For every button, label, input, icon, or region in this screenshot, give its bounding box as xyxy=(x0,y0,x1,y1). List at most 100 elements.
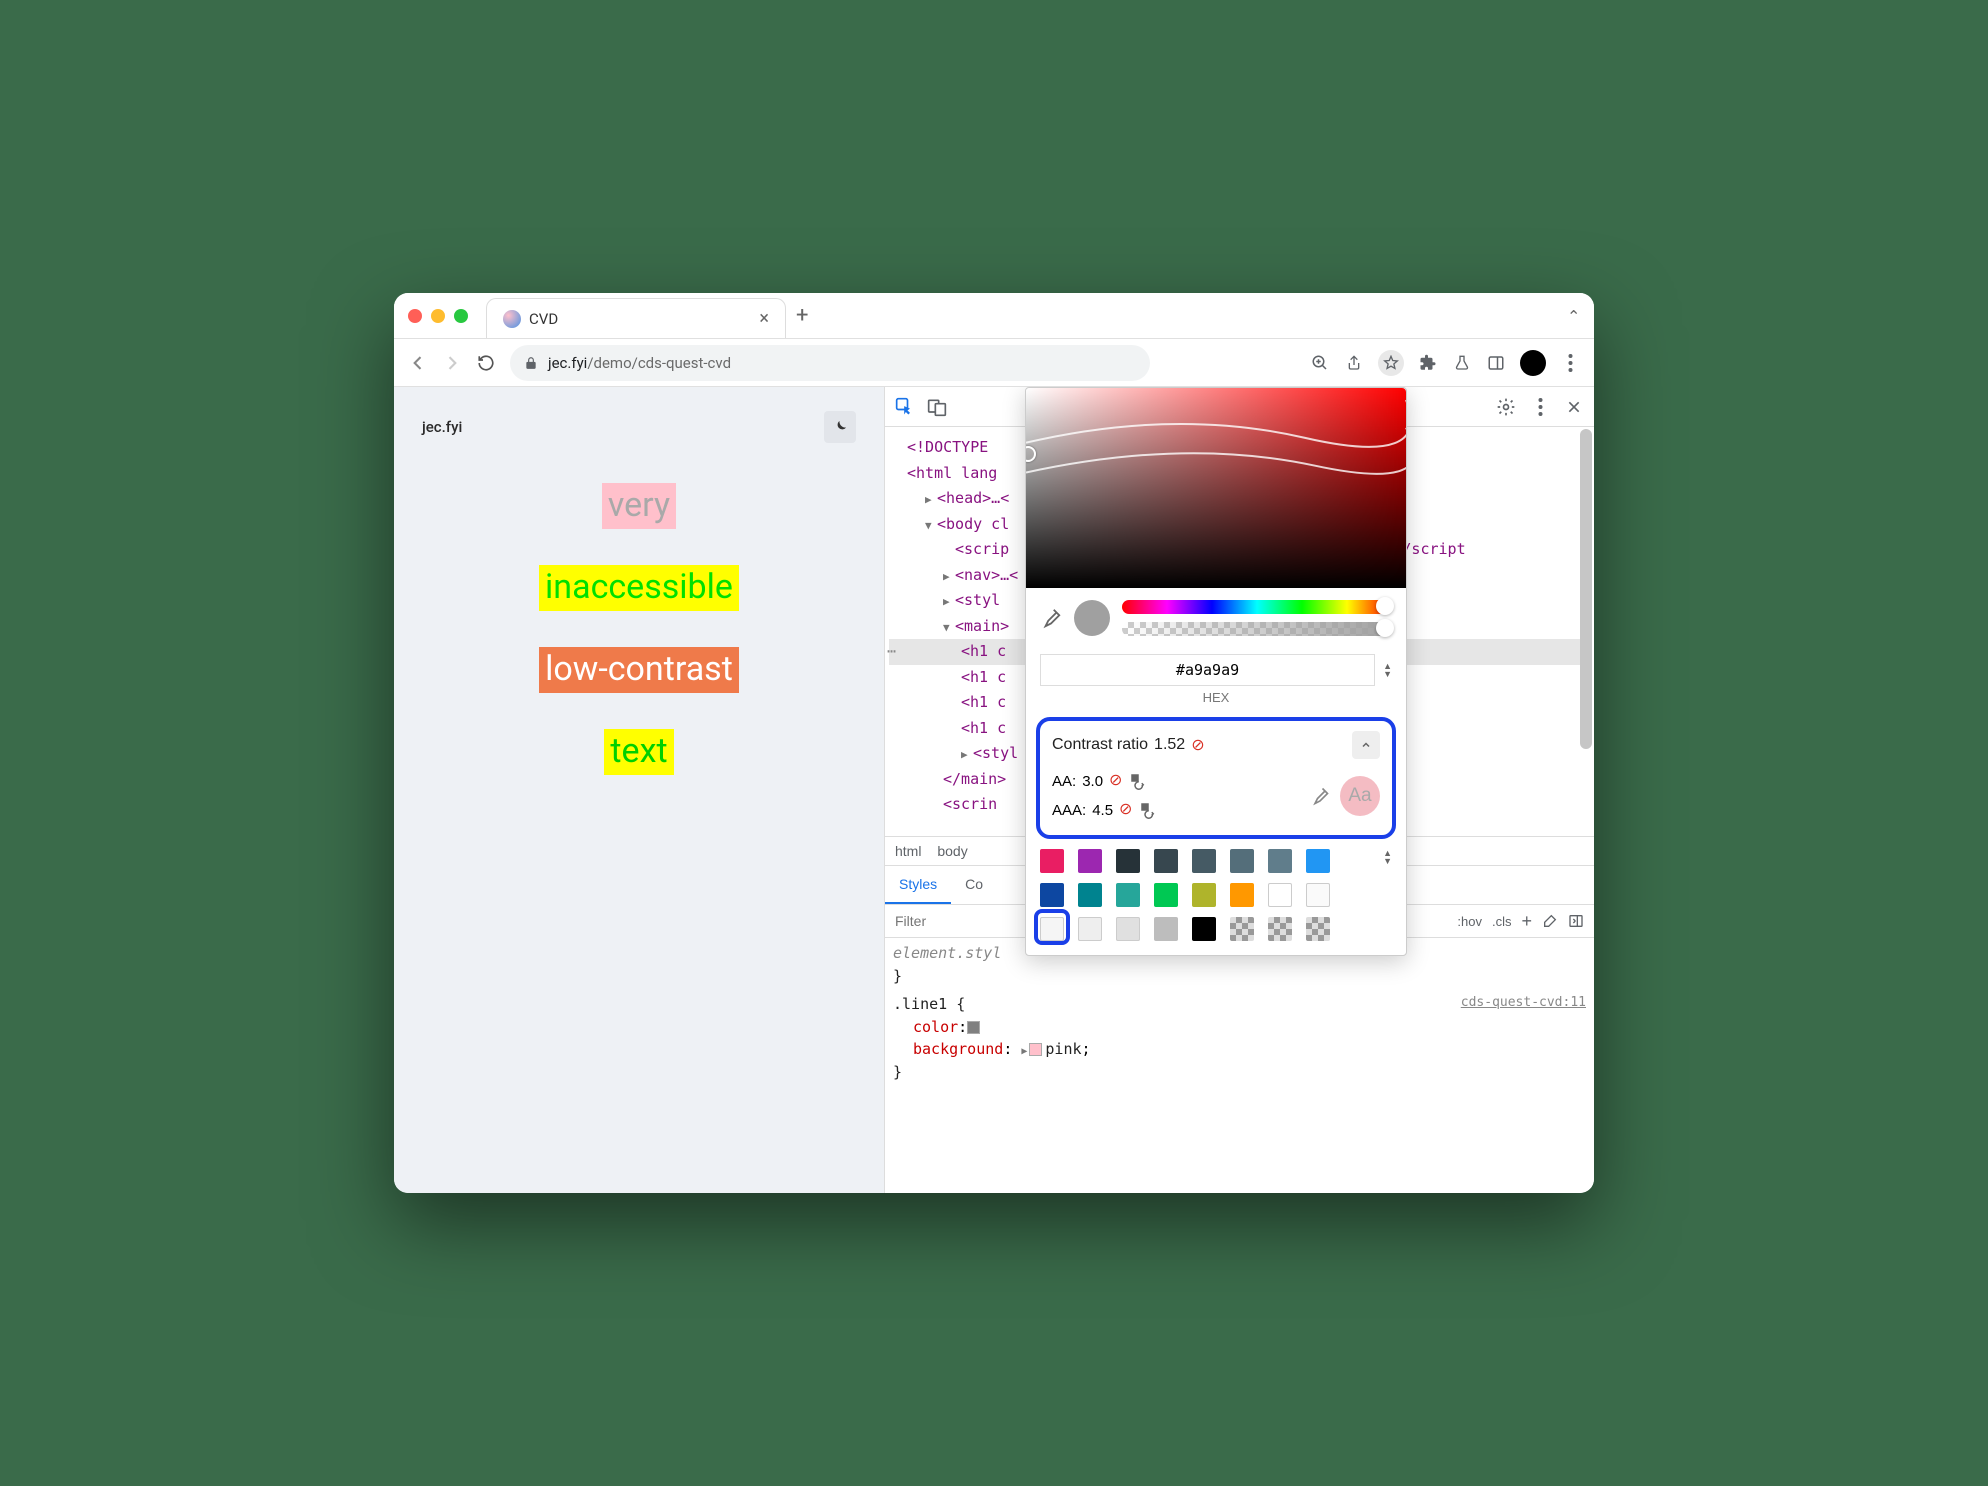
tabs-dropdown-icon[interactable]: ⌄ xyxy=(1567,306,1580,325)
content-area: jec.fyi very inaccessible low-contrast t… xyxy=(394,387,1594,1193)
filter-cls[interactable]: .cls xyxy=(1492,914,1512,929)
filter-hov[interactable]: :hov xyxy=(1457,914,1482,929)
maximize-window-icon[interactable] xyxy=(454,309,468,323)
hex-input[interactable] xyxy=(1040,654,1375,686)
palette-swatch[interactable] xyxy=(1116,917,1140,941)
color-swatch[interactable] xyxy=(967,1021,980,1034)
palette-swatch[interactable] xyxy=(1306,917,1330,941)
devtools-scrollbar[interactable] xyxy=(1580,429,1592,749)
bookmark-button[interactable] xyxy=(1378,350,1404,376)
rendered-page: jec.fyi very inaccessible low-contrast t… xyxy=(394,387,884,1193)
devtools-settings-icon[interactable] xyxy=(1496,397,1516,417)
close-window-icon[interactable] xyxy=(408,309,422,323)
close-brace: } xyxy=(893,967,902,985)
palette-swatch[interactable] xyxy=(1154,883,1178,907)
tab-computed[interactable]: Co xyxy=(951,866,997,904)
source-link[interactable]: cds-quest-cvd:11 xyxy=(1461,993,1586,1013)
labs-icon[interactable] xyxy=(1452,353,1472,373)
address-bar[interactable]: jec.fyi/demo/cds-quest-cvd xyxy=(510,345,1150,381)
palette-swatch[interactable] xyxy=(1268,883,1292,907)
collapse-button[interactable] xyxy=(1352,731,1380,759)
alpha-slider[interactable] xyxy=(1122,622,1392,636)
profile-icon[interactable] xyxy=(1520,350,1546,376)
dark-mode-toggle[interactable] xyxy=(824,411,856,443)
palette-swatch[interactable] xyxy=(1192,883,1216,907)
devtools-close-icon[interactable] xyxy=(1564,397,1584,417)
reload-button[interactable] xyxy=(476,353,496,373)
aa-fix-icon[interactable] xyxy=(1128,772,1148,790)
palette-swatch[interactable] xyxy=(1306,849,1330,873)
alpha-thumb[interactable] xyxy=(1376,619,1394,637)
chrome-menu-icon[interactable] xyxy=(1560,353,1580,373)
traffic-lights xyxy=(408,309,468,323)
titlebar: CVD × + ⌄ xyxy=(394,293,1594,339)
aa-value: 3.0 xyxy=(1082,768,1103,795)
palette-swatch[interactable] xyxy=(1192,849,1216,873)
hex-label: HEX xyxy=(1026,690,1406,713)
demo-line-3: low-contrast xyxy=(539,647,739,693)
filter-brush-icon[interactable] xyxy=(1542,913,1558,929)
side-panel-icon[interactable] xyxy=(1486,353,1506,373)
palette-swatch[interactable] xyxy=(1116,883,1140,907)
format-stepper[interactable]: ▲▼ xyxy=(1383,662,1392,678)
palette-swatch[interactable] xyxy=(1154,849,1178,873)
filter-new-rule[interactable]: + xyxy=(1521,911,1532,932)
site-title: jec.fyi xyxy=(422,418,462,436)
bg-swatch[interactable] xyxy=(1029,1043,1042,1056)
element-style-label: element.styl xyxy=(893,944,1001,962)
zoom-icon[interactable] xyxy=(1310,353,1330,373)
dom-h1-d: <h1 c xyxy=(961,719,1006,737)
devtools-menu-icon[interactable] xyxy=(1530,397,1550,417)
aaa-value: 4.5 xyxy=(1092,797,1113,824)
share-icon[interactable] xyxy=(1344,353,1364,373)
gradient-picker-handle[interactable] xyxy=(1026,446,1036,462)
palette-swatch[interactable] xyxy=(1116,849,1140,873)
palette-stepper[interactable]: ▲▼ xyxy=(1383,849,1392,865)
palette-swatch[interactable] xyxy=(1078,883,1102,907)
extensions-icon[interactable] xyxy=(1418,353,1438,373)
palette-swatch[interactable] xyxy=(1192,917,1216,941)
aaa-fix-icon[interactable] xyxy=(1138,801,1158,819)
minimize-window-icon[interactable] xyxy=(431,309,445,323)
device-toggle-icon[interactable] xyxy=(927,397,947,417)
forward-button[interactable] xyxy=(442,353,462,373)
breadcrumb-html[interactable]: html xyxy=(895,843,921,859)
contrast-preview: Aa xyxy=(1340,776,1380,816)
new-tab-button[interactable]: + xyxy=(796,303,808,328)
close-tab-icon[interactable]: × xyxy=(759,308,769,329)
back-button[interactable] xyxy=(408,353,428,373)
dom-main-close: </main> xyxy=(943,770,1006,788)
palette-swatch[interactable] xyxy=(1230,849,1254,873)
eyedropper-icon[interactable] xyxy=(1040,607,1062,629)
palette-swatch[interactable] xyxy=(1078,849,1102,873)
palette-swatch[interactable] xyxy=(1268,917,1292,941)
palette-swatch[interactable] xyxy=(1078,917,1102,941)
breadcrumb-body[interactable]: body xyxy=(937,843,967,859)
palette-swatch[interactable] xyxy=(1230,883,1254,907)
palette-swatch[interactable] xyxy=(1268,849,1292,873)
prop-background[interactable]: background xyxy=(913,1040,1003,1058)
styles-body: element.styl } cds-quest-cvd:11 .line1 {… xyxy=(885,938,1594,1193)
url-host: jec.fyi xyxy=(548,354,587,372)
tab-styles[interactable]: Styles xyxy=(885,866,951,904)
hue-thumb[interactable] xyxy=(1376,597,1394,615)
inspect-element-icon[interactable] xyxy=(895,397,915,417)
color-gradient[interactable] xyxy=(1026,388,1406,588)
hue-slider[interactable] xyxy=(1122,600,1392,614)
favicon-icon xyxy=(503,310,521,328)
dom-head: <head>…< xyxy=(937,489,1009,507)
browser-tab[interactable]: CVD × xyxy=(486,298,786,338)
contrast-eyedropper-icon[interactable] xyxy=(1310,786,1330,806)
palette-swatch[interactable] xyxy=(1306,883,1330,907)
palette-swatch[interactable] xyxy=(1040,883,1064,907)
prop-color[interactable]: color xyxy=(913,1018,958,1036)
color-palette: ▲▼ xyxy=(1026,849,1406,955)
dom-body: <body cl xyxy=(937,515,1009,533)
url-path: /demo/cds-quest-cvd xyxy=(587,354,731,372)
palette-swatch[interactable] xyxy=(1040,849,1064,873)
palette-swatch[interactable] xyxy=(1230,917,1254,941)
palette-swatch[interactable] xyxy=(1040,917,1064,941)
filter-panel-icon[interactable] xyxy=(1568,913,1584,929)
dom-script: <scrip xyxy=(955,540,1009,558)
palette-swatch[interactable] xyxy=(1154,917,1178,941)
